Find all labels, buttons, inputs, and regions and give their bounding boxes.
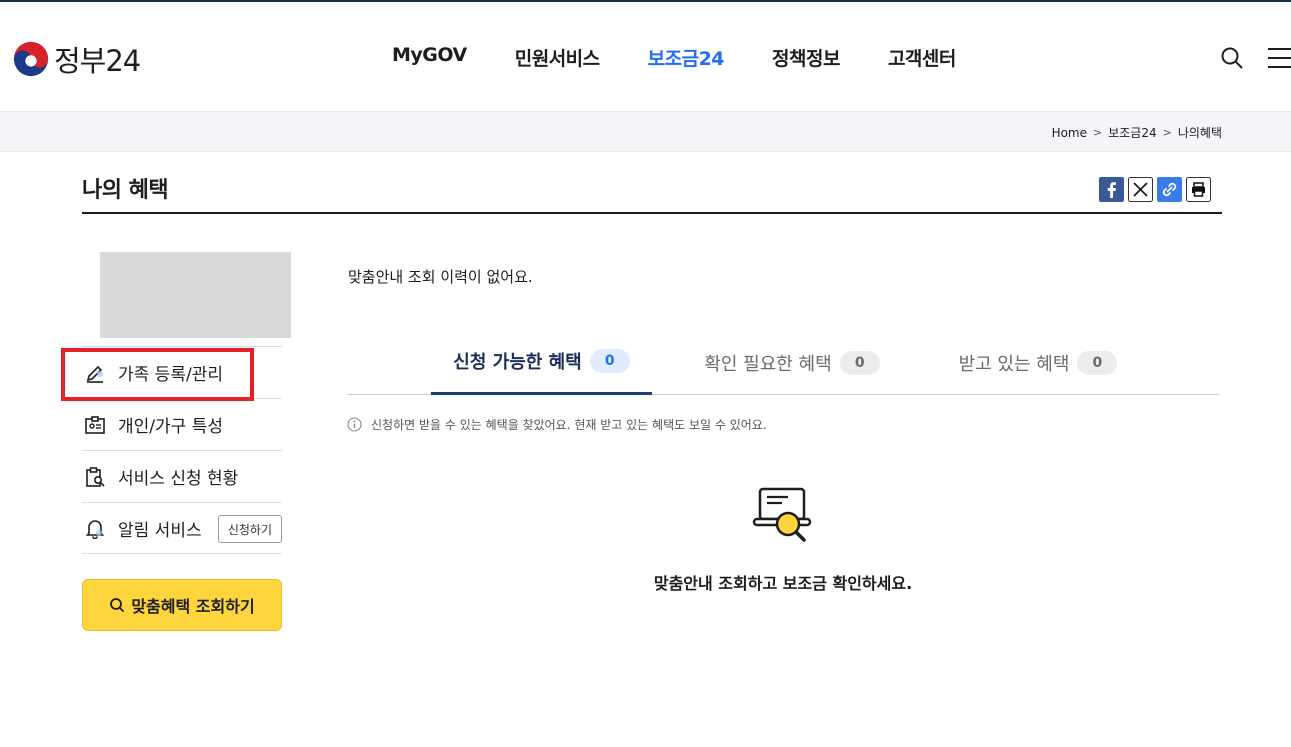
notification-apply-button[interactable]: 신청하기 <box>217 515 282 543</box>
info-text: 신청하면 받을 수 있는 혜택을 찾았어요. 현재 받고 있는 혜택도 보일 수… <box>371 418 767 432</box>
breadcrumb: Home > 보조금24 > 나의혜택 <box>1052 124 1222 141</box>
taegeuk-logo-icon <box>13 41 49 77</box>
count-badge: 0 <box>839 350 880 375</box>
logo-text: 정부24 <box>54 44 141 78</box>
info-icon <box>347 417 362 432</box>
tab-applicable[interactable]: 신청 가능한 혜택 0 <box>431 330 652 395</box>
sidebar-item-household[interactable]: 개인/가구 특성 <box>82 398 282 450</box>
search-icon[interactable] <box>1220 46 1244 70</box>
breadcrumb-home[interactable]: Home <box>1052 126 1087 140</box>
profile-placeholder <box>100 252 291 338</box>
share-toolbar <box>1099 177 1211 202</box>
count-badge: 0 <box>589 349 630 373</box>
custom-benefit-search-button[interactable]: 맞춤혜택 조회하기 <box>82 579 282 631</box>
benefit-tabs: 신청 가능한 혜택 0 확인 필요한 혜택 0 받고 있는 혜택 0 <box>347 330 1219 395</box>
sidebar-item-application-status[interactable]: 서비스 신청 현황 <box>82 450 282 502</box>
tab-receiving[interactable]: 받고 있는 혜택 0 <box>943 330 1133 395</box>
breadcrumb-bar: Home > 보조금24 > 나의혜택 <box>0 111 1291 152</box>
nav-mygov[interactable]: MyGOV <box>392 44 467 71</box>
empty-state-message: 맞춤안내 조회하고 보조금 확인하세요. <box>653 574 913 593</box>
no-history-text: 맞춤안내 조회 이력이 없어요. <box>348 268 533 286</box>
main-nav: MyGOV 민원서비스 보조금24 정책정보 고객센터 <box>392 44 1004 71</box>
nav-policy-info[interactable]: 정책정보 <box>772 44 840 71</box>
nav-customer-center[interactable]: 고객센터 <box>888 44 956 71</box>
info-notice: 신청하면 받을 수 있는 혜택을 찾았어요. 현재 받고 있는 혜택도 보일 수… <box>347 416 767 433</box>
page-title: 나의 혜택 <box>82 178 169 203</box>
logo[interactable]: 정부24 <box>12 38 141 80</box>
site-header: 정부24 MyGOV 민원서비스 보조금24 정책정보 고객센터 <box>0 2 1291 111</box>
x-icon[interactable] <box>1128 177 1153 202</box>
nav-subsidy24[interactable]: 보조금24 <box>648 44 725 71</box>
chevron-right-icon: > <box>1093 126 1103 139</box>
bell-icon <box>85 520 105 539</box>
sidebar-item-label: 서비스 신청 현황 <box>118 469 239 489</box>
link-icon[interactable] <box>1157 177 1182 202</box>
facebook-icon[interactable] <box>1099 177 1124 202</box>
count-badge: 0 <box>1077 350 1118 375</box>
tab-label: 받고 있는 혜택 <box>958 353 1070 375</box>
breadcrumb-subsidy24[interactable]: 보조금24 <box>1108 124 1156 141</box>
search-button-label: 맞춤혜택 조회하기 <box>131 597 255 616</box>
tab-label: 확인 필요한 혜택 <box>704 353 832 375</box>
id-card-icon <box>85 415 105 434</box>
print-icon[interactable] <box>1186 177 1211 202</box>
search-icon <box>110 598 125 613</box>
clipboard-search-icon <box>86 466 105 487</box>
nav-civil-service[interactable]: 민원서비스 <box>515 44 600 71</box>
title-divider <box>82 212 1222 214</box>
highlight-box <box>61 348 254 401</box>
chevron-right-icon: > <box>1162 126 1172 139</box>
laptop-search-icon <box>752 487 812 542</box>
sidebar-item-label: 개인/가구 특성 <box>118 417 223 437</box>
tab-needs-check[interactable]: 확인 필요한 혜택 0 <box>687 330 897 395</box>
hamburger-menu-icon[interactable] <box>1268 47 1291 69</box>
sidebar-item-label: 알림 서비스 <box>118 520 202 541</box>
sidebar-item-notification[interactable]: 알림 서비스 신청하기 <box>82 502 282 554</box>
tab-label: 신청 가능한 혜택 <box>453 352 582 373</box>
breadcrumb-current: 나의혜택 <box>1177 126 1222 140</box>
